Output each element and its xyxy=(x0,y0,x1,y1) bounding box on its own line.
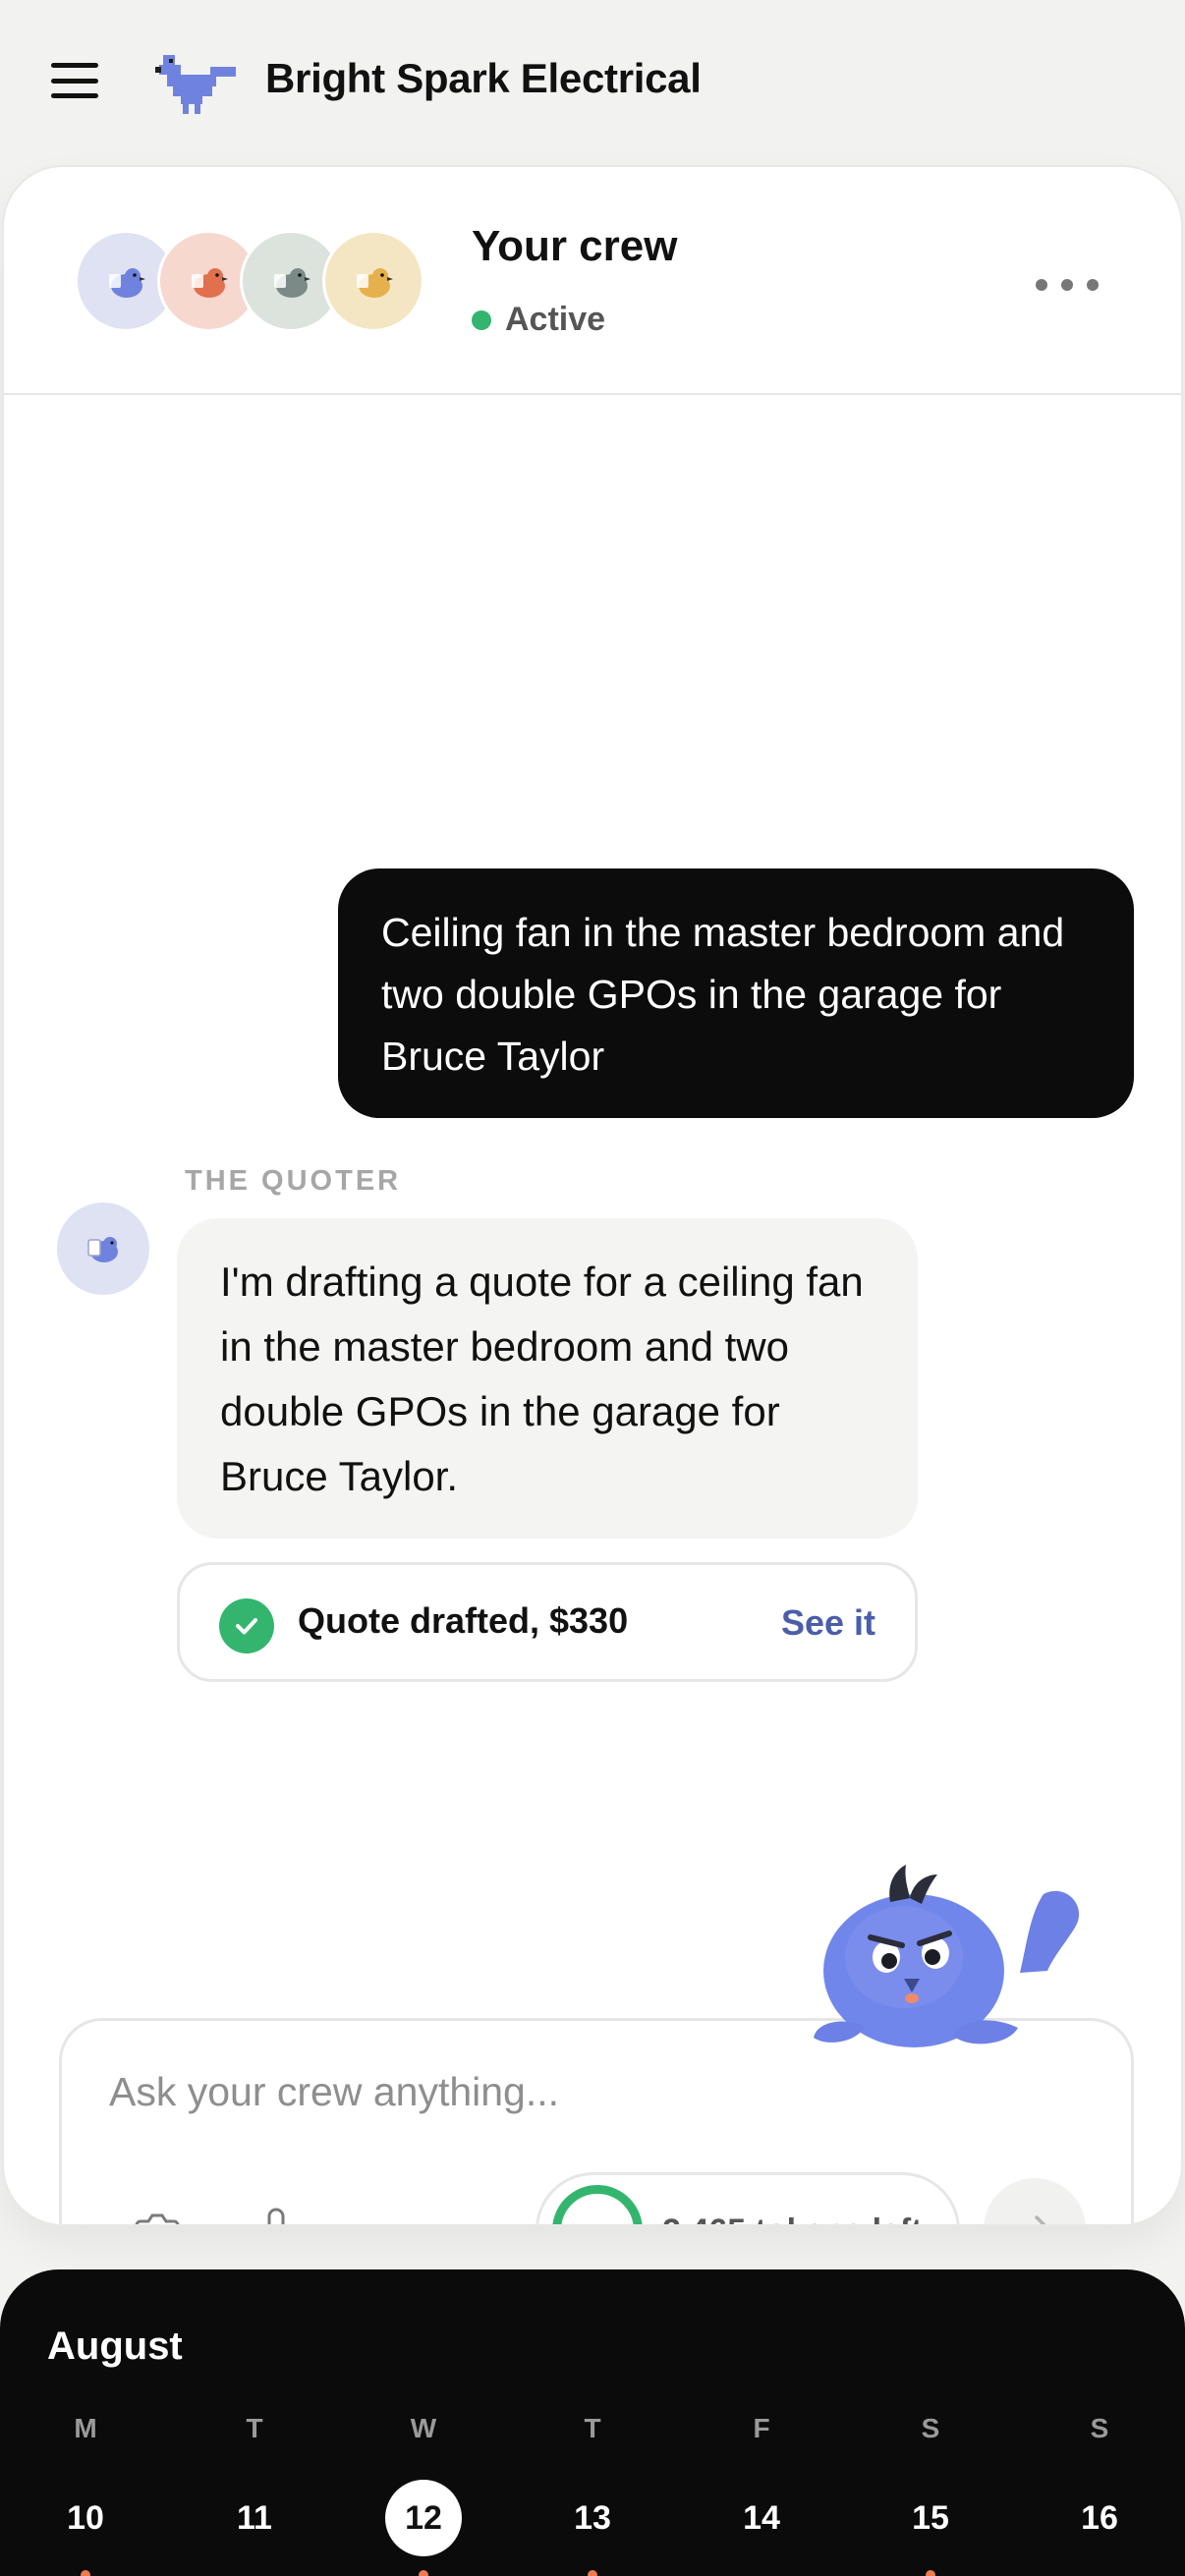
calendar-day[interactable]: 10 xyxy=(41,2480,130,2576)
bird-icon xyxy=(274,268,310,298)
menu-icon[interactable] xyxy=(51,63,98,98)
crew-status-label: Active xyxy=(505,301,606,338)
calendar-day-today[interactable]: 12 xyxy=(379,2480,468,2576)
calendar-day[interactable]: 16 xyxy=(1055,2480,1144,2556)
event-dot-icon xyxy=(419,2570,428,2576)
camera-icon[interactable] xyxy=(135,2212,180,2226)
weekday-label: T xyxy=(584,2413,601,2443)
calendar-day[interactable]: 14 xyxy=(717,2480,806,2556)
tokens-left-label: 2,465 tokens left xyxy=(662,2212,923,2224)
weekday-label: T xyxy=(246,2413,263,2443)
calendar-day-number: 15 xyxy=(912,2499,949,2537)
weekday-label: W xyxy=(410,2413,437,2443)
calendar-day-number: 13 xyxy=(574,2499,611,2537)
message-input[interactable] xyxy=(109,2062,1072,2121)
event-dot-icon xyxy=(588,2570,597,2576)
microphone-icon[interactable] xyxy=(258,2208,294,2226)
tokens-ring-icon xyxy=(552,2185,643,2224)
calendar-day-number: 11 xyxy=(237,2499,272,2537)
calendar-day[interactable]: 15 xyxy=(886,2480,975,2576)
calendar-day[interactable]: 11 xyxy=(210,2480,299,2556)
agent-message-bubble: I'm drafting a quote for a ceiling fan i… xyxy=(177,1218,918,1539)
yellow-bird-avatar xyxy=(322,230,424,332)
calendar-day-number: 14 xyxy=(743,2499,780,2537)
event-dot-icon xyxy=(926,2570,935,2576)
chat-card: Your crew Active Ceiling fan in the mast… xyxy=(2,165,1183,2226)
bird-icon xyxy=(192,268,228,298)
bird-icon xyxy=(357,268,393,298)
calendar-strip: August M T W T F S S 10 11 12 13 14 15 16 xyxy=(0,2269,1185,2576)
calendar-day-number: 10 xyxy=(67,2499,104,2537)
quote-result-chip[interactable]: Quote drafted, $330 See it xyxy=(177,1562,918,1682)
weekday-label: S xyxy=(1090,2413,1109,2443)
calendar-day[interactable]: 13 xyxy=(548,2480,637,2576)
brand-name: Bright Spark Electrical xyxy=(265,55,702,101)
bird-icon xyxy=(109,268,145,298)
weekday-label: M xyxy=(74,2413,97,2443)
top-bar: Bright Spark Electrical xyxy=(0,0,1185,163)
quoter-avatar xyxy=(57,1203,149,1295)
brand-logo-icon xyxy=(155,55,236,114)
weekday-label: F xyxy=(753,2413,770,2443)
user-message-bubble: Ceiling fan in the master bedroom and tw… xyxy=(338,868,1134,1118)
send-button[interactable] xyxy=(984,2178,1086,2224)
event-dot-icon xyxy=(81,2570,90,2576)
quote-result-text: Quote drafted, $330 xyxy=(298,1600,629,1641)
calendar-day-number: 16 xyxy=(1081,2499,1118,2537)
check-icon xyxy=(219,1598,274,1653)
arrow-right-icon xyxy=(1035,2215,1046,2224)
quoter-bird-icon xyxy=(87,1237,118,1262)
more-options-icon[interactable] xyxy=(1036,265,1099,305)
crew-status: Active xyxy=(472,301,605,339)
tokens-indicator[interactable]: 2,465 tokens left xyxy=(536,2172,960,2224)
agent-name: THE QUOTER xyxy=(185,1165,402,1197)
see-it-link[interactable]: See it xyxy=(781,1602,875,1644)
status-dot-icon xyxy=(472,309,491,330)
crew-title: Your crew xyxy=(472,222,678,270)
mascot-bird-icon xyxy=(814,1865,1080,2047)
weekday-label: S xyxy=(921,2413,940,2443)
crew-header: Your crew Active xyxy=(4,167,1181,395)
calendar-day-number: 12 xyxy=(385,2480,462,2556)
calendar-month: August xyxy=(47,2324,183,2368)
